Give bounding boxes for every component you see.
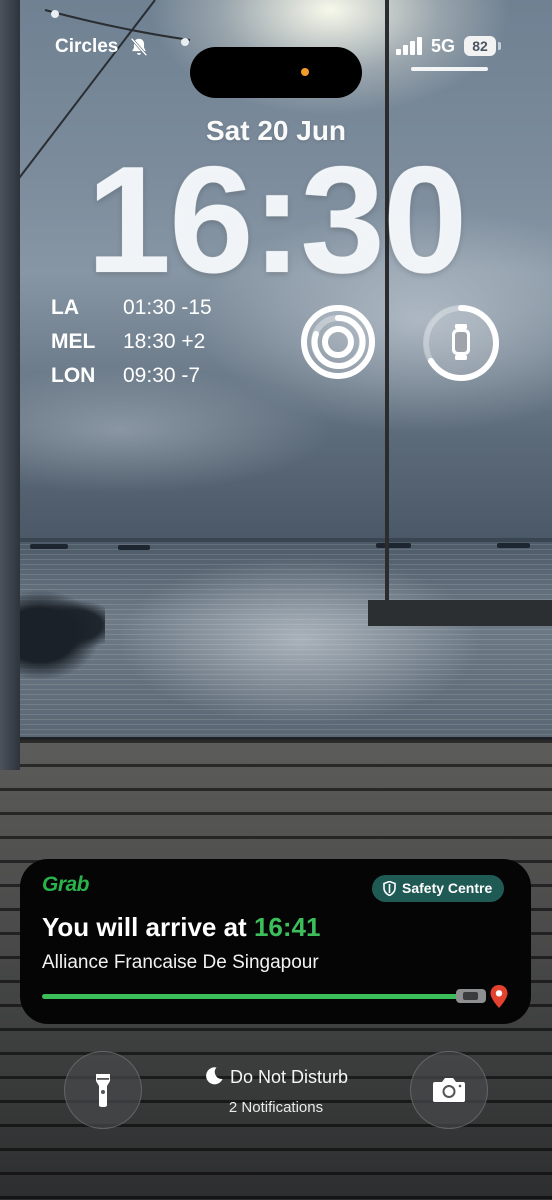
swing-rope xyxy=(385,0,389,612)
world-clock-row: LON 09:30 -7 xyxy=(51,364,271,398)
world-clock-time: 09:30 -7 xyxy=(123,364,201,387)
battery-cap xyxy=(498,42,501,50)
world-clock-city: LON xyxy=(51,364,96,387)
shield-icon xyxy=(383,881,396,896)
world-clock-time: 01:30 -15 xyxy=(123,296,212,319)
safety-centre-label: Safety Centre xyxy=(402,880,493,896)
horizon-line xyxy=(0,538,552,542)
trip-progress-bar xyxy=(42,994,467,999)
arrival-text: You will arrive at 16:41 xyxy=(42,912,320,943)
arrival-prefix: You will arrive at xyxy=(42,912,254,942)
boat xyxy=(30,544,68,549)
grab-live-activity[interactable]: Grab Safety Centre You will arrive at 16… xyxy=(20,859,531,1024)
world-clock-time: 18:30 +2 xyxy=(123,330,206,353)
dynamic-island[interactable] xyxy=(190,47,362,98)
control-center-indicator[interactable] xyxy=(411,67,488,71)
world-clock-city: LA xyxy=(51,296,79,319)
watch-battery-widget[interactable] xyxy=(420,302,502,384)
status-bar: Circles 5G 82 xyxy=(0,28,552,98)
destination-name: Alliance Francaise De Singapour xyxy=(42,952,319,973)
flashlight-button[interactable] xyxy=(64,1051,142,1129)
world-clock-row: LA 01:30 -15 xyxy=(51,296,271,330)
grab-logo: Grab xyxy=(42,873,90,896)
focus-label: Do Not Disturb xyxy=(229,1067,349,1087)
boat xyxy=(376,543,411,548)
carrier-name: Circles xyxy=(55,36,119,57)
world-clock-row: MEL 18:30 +2 xyxy=(51,330,271,364)
privacy-indicator xyxy=(301,68,309,76)
camera-button[interactable] xyxy=(410,1051,488,1129)
bell-slash-icon xyxy=(130,37,148,57)
watch-battery-icon xyxy=(423,305,499,381)
swing-seat xyxy=(368,600,552,626)
boat xyxy=(118,545,150,550)
location-pin-icon xyxy=(490,985,508,1008)
camera-icon xyxy=(433,1078,465,1102)
signal-bars-icon xyxy=(396,37,422,55)
moon-icon xyxy=(206,1067,223,1085)
world-clock-city: MEL xyxy=(51,330,96,353)
world-clock-widget[interactable]: LA 01:30 -15 MEL 18:30 +2 LON 09:30 -7 xyxy=(51,296,271,398)
safety-centre-button[interactable]: Safety Centre xyxy=(372,875,505,902)
battery-level: 82 xyxy=(464,36,496,56)
network-type: 5G xyxy=(431,36,456,56)
boat xyxy=(497,543,530,548)
activity-rings-icon xyxy=(301,305,375,379)
lock-time[interactable]: 16:30 xyxy=(0,140,552,300)
car-icon xyxy=(456,989,486,1003)
activity-rings-widget[interactable] xyxy=(297,301,379,383)
arrival-eta: 16:41 xyxy=(253,912,321,942)
